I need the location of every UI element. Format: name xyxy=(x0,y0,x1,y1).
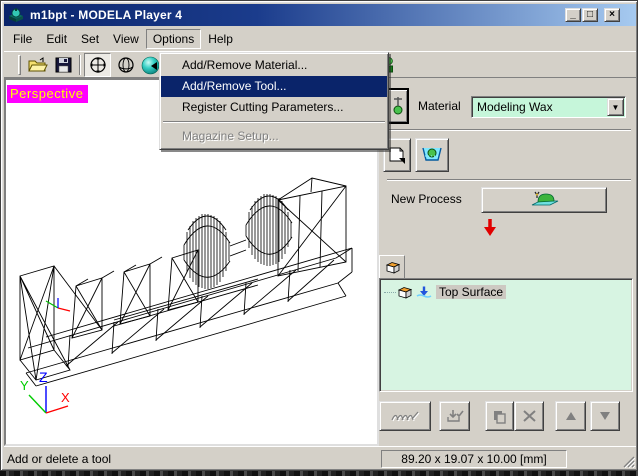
save-button[interactable] xyxy=(51,53,76,77)
minimize-button[interactable]: _ xyxy=(565,8,581,22)
new-process-label: New Process xyxy=(391,192,462,206)
material-cup-icon xyxy=(422,147,442,161)
menu-set[interactable]: Set xyxy=(74,29,106,49)
menu-file[interactable]: File xyxy=(6,29,39,49)
tree-item-top-surface[interactable]: Top Surface xyxy=(384,284,507,300)
tree-connector xyxy=(384,291,396,293)
view-mode-label: Perspective xyxy=(7,85,89,103)
separator xyxy=(387,129,631,131)
rotate-view-icon xyxy=(117,57,134,73)
app-window: m1bpt - MODELA Player 4 _ □ × File Edit … xyxy=(0,0,638,471)
options-dropdown-menu: Add/Remove Material... Add/Remove Tool..… xyxy=(159,52,389,150)
axis-y-label: Y xyxy=(20,378,29,393)
menu-help[interactable]: Help xyxy=(201,29,240,49)
save-icon xyxy=(55,57,72,73)
material-label: Material xyxy=(418,99,461,113)
new-process-icon xyxy=(531,191,559,206)
cube-icon xyxy=(385,262,400,274)
menu-item-magazine-setup: Magazine Setup... xyxy=(182,129,279,143)
maximize-button[interactable]: □ xyxy=(582,8,598,22)
down-triangle-icon xyxy=(600,412,610,420)
toolpath-waves-icon xyxy=(391,411,420,422)
title-bar[interactable]: m1bpt - MODELA Player 4 _ □ × xyxy=(4,4,636,26)
surface-direction-icon xyxy=(416,286,432,298)
open-file-button[interactable] xyxy=(25,53,50,77)
new-process-button[interactable] xyxy=(481,187,607,213)
material-value: Modeling Wax xyxy=(477,100,553,114)
material-cup-button[interactable] xyxy=(415,138,449,172)
rotate-view-button[interactable] xyxy=(113,53,138,77)
pan-view-icon xyxy=(89,57,106,73)
menu-item-register-cutting-parameters[interactable]: Register Cutting Parameters... xyxy=(161,97,387,118)
menu-item-add-remove-material[interactable]: Add/Remove Material... xyxy=(161,55,387,76)
preview-toolpath-button[interactable] xyxy=(379,401,431,431)
separator xyxy=(387,179,631,181)
material-select[interactable]: Modeling Wax ▼ xyxy=(471,96,626,118)
model-sheet-icon xyxy=(389,147,405,164)
chevron-down-icon[interactable]: ▼ xyxy=(607,98,624,116)
tree-item-label[interactable]: Top Surface xyxy=(436,285,507,299)
menu-separator xyxy=(163,121,385,123)
menu-options[interactable]: Options xyxy=(145,28,202,49)
move-up-button[interactable] xyxy=(555,401,586,431)
tool-green-icon xyxy=(393,97,403,115)
toolbar-separator xyxy=(79,55,81,75)
toolbar-dropdown-arrow-icon xyxy=(151,62,157,70)
control-panel: Material Modeling Wax ▼ New Process Top … xyxy=(379,78,636,446)
delete-x-icon xyxy=(522,410,536,422)
resize-grip[interactable] xyxy=(622,455,635,468)
cut-button[interactable] xyxy=(439,401,470,431)
menu-edit[interactable]: Edit xyxy=(39,29,74,49)
pan-view-button[interactable] xyxy=(84,53,111,77)
status-bar: Add or delete a tool 89.20 x 19.07 x 10.… xyxy=(4,446,636,469)
process-tree[interactable]: Top Surface xyxy=(379,278,633,392)
app-icon xyxy=(9,8,23,22)
axis-x-label: X xyxy=(61,390,70,405)
copy-icon xyxy=(494,410,506,424)
window-title: m1bpt - MODELA Player 4 xyxy=(30,8,183,22)
menu-bar: File Edit Set View Options Help xyxy=(4,26,636,51)
cube-icon xyxy=(397,286,412,299)
model-dimensions: 89.20 x 19.07 x 10.00 [mm] xyxy=(381,450,567,468)
process-flow-arrow-icon xyxy=(484,219,496,236)
process-list-tab[interactable] xyxy=(379,255,405,279)
cut-icon xyxy=(446,409,464,422)
toolbar-grip[interactable] xyxy=(18,55,21,75)
move-down-button[interactable] xyxy=(590,401,620,431)
delete-process-button[interactable] xyxy=(514,401,544,431)
status-message: Add or delete a tool xyxy=(7,452,112,466)
open-file-icon xyxy=(27,57,48,72)
copy-process-button[interactable] xyxy=(485,401,514,431)
up-triangle-icon xyxy=(565,412,576,420)
close-button[interactable]: × xyxy=(604,8,620,22)
menu-view[interactable]: View xyxy=(106,29,146,49)
menu-item-add-remove-tool[interactable]: Add/Remove Tool... xyxy=(161,76,387,97)
axis-z-label: Z xyxy=(39,369,48,385)
background-window-edge xyxy=(0,471,638,476)
